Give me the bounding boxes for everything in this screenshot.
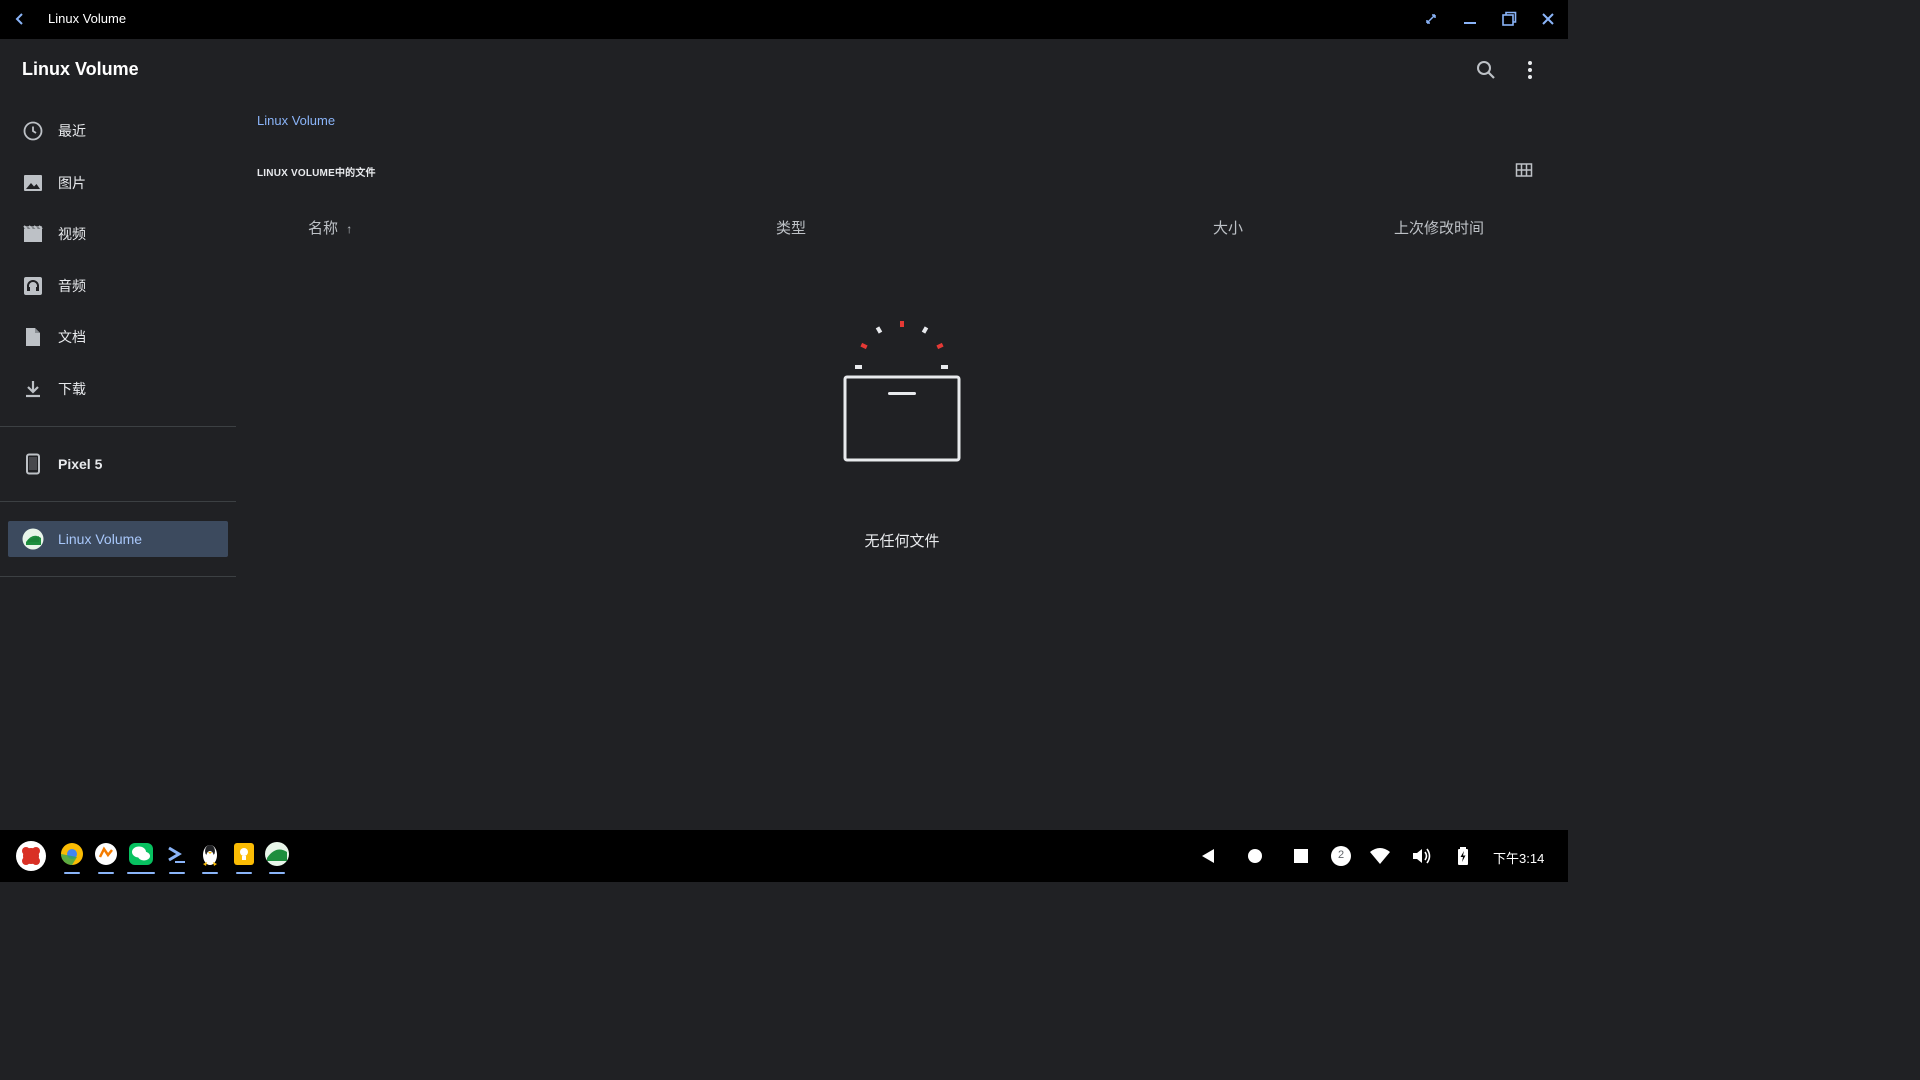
sidebar-item-images[interactable]: 图片: [8, 165, 228, 201]
keep-icon[interactable]: [229, 840, 259, 874]
nav-overview-icon[interactable]: [1290, 845, 1312, 867]
nav-back-icon[interactable]: [1198, 845, 1220, 867]
phone-icon: [22, 453, 44, 475]
fullscreen-icon[interactable]: [1421, 9, 1441, 29]
empty-folder-illustration: [830, 315, 974, 467]
column-header-type[interactable]: 类型: [776, 217, 806, 238]
running-indicator: [64, 872, 80, 874]
shelf: 2 下午3:14: [0, 830, 1568, 882]
search-icon[interactable]: [1474, 58, 1498, 82]
sidebar-divider: [0, 576, 236, 577]
running-indicator: [236, 872, 252, 874]
column-header-modified[interactable]: 上次修改时间: [1394, 217, 1484, 238]
wifi-icon[interactable]: [1369, 845, 1391, 867]
nav-home-icon[interactable]: [1244, 845, 1266, 867]
window-titlebar: Linux Volume: [0, 0, 1568, 39]
headphones-icon: [22, 275, 44, 297]
notification-badge[interactable]: 2: [1330, 845, 1352, 867]
empty-state-message: 无任何文件: [864, 533, 940, 550]
window-title: Linux Volume: [48, 11, 127, 26]
video-icon: [22, 223, 44, 245]
sidebar-item-audio[interactable]: 音频: [8, 268, 228, 304]
sidebar-item-documents[interactable]: 文档: [8, 319, 228, 355]
minimize-icon[interactable]: [1460, 9, 1480, 29]
close-icon[interactable]: [1538, 9, 1558, 29]
sidebar-item-label: 最近: [58, 123, 86, 139]
download-icon: [22, 378, 44, 400]
sidebar-item-videos[interactable]: 视频: [8, 216, 228, 252]
restore-icon[interactable]: [1499, 9, 1519, 29]
breadcrumb[interactable]: Linux Volume: [257, 113, 335, 128]
notification-count: 2: [1337, 849, 1345, 861]
running-indicator: [202, 872, 218, 874]
sidebar-item-label: 图片: [58, 175, 86, 191]
more-options-icon[interactable]: [1518, 58, 1542, 82]
launcher-icon[interactable]: [15, 840, 46, 874]
clock-icon: [22, 120, 44, 142]
image-icon: [22, 172, 44, 194]
app-orange-icon[interactable]: [91, 840, 121, 874]
system-clock[interactable]: 下午3:14: [1493, 848, 1544, 867]
wechat-icon[interactable]: [126, 840, 156, 874]
running-indicator: [127, 872, 155, 874]
section-title: LINUX VOLUME中的文件: [257, 168, 376, 179]
sidebar-item-label: 文档: [58, 329, 86, 345]
sidebar-item-label: 下载: [58, 381, 86, 397]
sidebar-item-label: 视频: [58, 226, 86, 242]
linux-penguin-icon[interactable]: [195, 840, 225, 874]
volume-icon[interactable]: [1410, 845, 1432, 867]
sidebar-item-label: 音频: [58, 278, 86, 294]
sidebar-item-downloads[interactable]: 下载: [8, 371, 228, 407]
files-icon[interactable]: [262, 840, 292, 874]
sort-arrow-icon: ↑: [346, 222, 353, 236]
terminal-icon[interactable]: [162, 840, 192, 874]
running-indicator: [269, 872, 285, 874]
sidebar-divider: [0, 501, 236, 502]
sidebar-divider: [0, 426, 236, 427]
chrome-canary-icon[interactable]: [57, 840, 87, 874]
sidebar-item-pixel5[interactable]: Pixel 5: [8, 446, 228, 482]
document-icon: [22, 326, 44, 348]
column-header-size[interactable]: 大小: [1213, 217, 1243, 238]
running-indicator: [98, 872, 114, 874]
back-arrow-icon[interactable]: [10, 9, 30, 29]
column-header-name[interactable]: 名称 ↑: [308, 217, 352, 238]
sidebar-item-label: Pixel 5: [58, 456, 103, 472]
sidebar-item-recent[interactable]: 最近: [8, 113, 228, 149]
battery-icon[interactable]: [1452, 845, 1474, 867]
app-title: Linux Volume: [22, 59, 139, 79]
column-header-name-label: 名称: [308, 220, 339, 237]
running-indicator: [169, 872, 185, 874]
grid-view-icon[interactable]: [1514, 160, 1534, 180]
